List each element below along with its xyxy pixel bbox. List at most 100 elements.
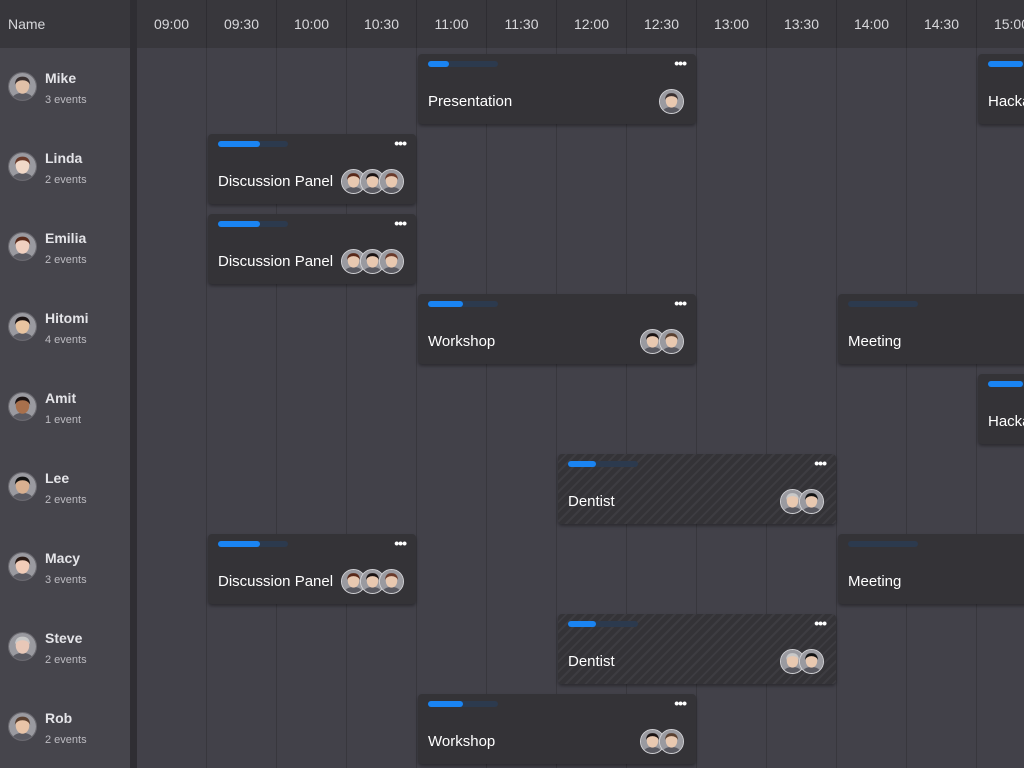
attendee-avatar: [659, 329, 684, 354]
attendee-avatar: [659, 89, 684, 114]
event-discussion-panel[interactable]: ••• Discussion Panel: [208, 134, 416, 204]
event-dentist[interactable]: ••• Dentist: [558, 614, 836, 684]
avatar: [8, 472, 37, 501]
time-tick-label: 14:00: [837, 0, 907, 48]
resource-row-mike[interactable]: Mike 3 events: [0, 48, 130, 128]
event-progress-fill: [428, 301, 463, 307]
event-attendees: [640, 729, 684, 755]
event-progress-fill: [218, 221, 260, 227]
resource-row-lee[interactable]: Lee 2 events: [0, 448, 130, 528]
event-title: Workshop: [428, 333, 496, 350]
resource-row-hitomi[interactable]: Hitomi 4 events: [0, 288, 130, 368]
event-progress-fill: [988, 61, 1023, 67]
event-title: Meeting: [848, 333, 902, 350]
event-progress-bar: [848, 541, 918, 547]
event-workshop[interactable]: ••• Workshop: [418, 294, 696, 364]
time-tick-label: 11:30: [487, 0, 557, 48]
avatar: [8, 72, 37, 101]
resource-name: Emilia: [45, 230, 87, 246]
event-progress-bar: [218, 541, 288, 547]
more-horizontal-icon[interactable]: •••: [394, 215, 407, 231]
resource-column: Name Mike 3 events Linda 2 events Emilia 2 ev…: [0, 0, 130, 768]
more-horizontal-icon[interactable]: •••: [814, 615, 827, 631]
attendee-avatar: [379, 249, 404, 274]
resource-row-macy[interactable]: Macy 3 events: [0, 528, 130, 608]
event-attendees: [780, 649, 824, 675]
event-progress-bar: [218, 221, 288, 227]
event-attendees: [341, 569, 404, 595]
resource-row-rob[interactable]: Rob 2 events: [0, 688, 130, 768]
event-hackathon[interactable]: •••Hackathon: [978, 54, 1024, 124]
time-tick-label: 11:00: [417, 0, 487, 48]
event-attendees: [659, 89, 684, 115]
time-tick-label: 09:00: [137, 0, 207, 48]
avatar: [8, 232, 37, 261]
event-title: Discussion Panel: [218, 253, 334, 270]
time-tick-label: 10:00: [277, 0, 347, 48]
time-tick-label: 09:30: [207, 0, 277, 48]
event-progress-bar: [428, 61, 498, 67]
time-tick-label: 13:00: [697, 0, 767, 48]
event-progress-fill: [428, 61, 449, 67]
attendee-avatar: [799, 649, 824, 674]
scheduler: Name Mike 3 events Linda 2 events Emilia 2 ev…: [0, 0, 1024, 768]
event-discussion-panel[interactable]: ••• Discussion Panel: [208, 214, 416, 284]
resource-event-count: 2 events: [45, 654, 87, 666]
event-hackathon[interactable]: •••Hackathon: [978, 374, 1024, 444]
column-splitter[interactable]: [130, 0, 137, 768]
resource-name: Macy: [45, 550, 81, 566]
event-progress-bar: [568, 621, 638, 627]
resource-event-count: 4 events: [45, 334, 87, 346]
event-discussion-panel[interactable]: ••• Discussion Panel: [208, 534, 416, 604]
grid-line: [486, 48, 487, 768]
time-tick-label: 15:00: [977, 0, 1024, 48]
event-progress-bar: [218, 141, 288, 147]
event-title: Discussion Panel: [218, 173, 334, 190]
name-column-header[interactable]: Name: [0, 0, 130, 48]
event-meeting[interactable]: •••Meeting: [838, 294, 1024, 364]
time-tick-label: 14:30: [907, 0, 977, 48]
more-horizontal-icon[interactable]: •••: [674, 55, 687, 71]
event-progress-fill: [568, 621, 596, 627]
resource-event-count: 2 events: [45, 174, 87, 186]
event-title: Discussion Panel: [218, 573, 334, 590]
more-horizontal-icon[interactable]: •••: [674, 295, 687, 311]
event-progress-bar: [428, 701, 498, 707]
event-title: Hackathon: [988, 413, 1024, 430]
resource-event-count: 2 events: [45, 494, 87, 506]
more-horizontal-icon[interactable]: •••: [674, 695, 687, 711]
resource-row-amit[interactable]: Amit 1 event: [0, 368, 130, 448]
more-horizontal-icon[interactable]: •••: [814, 455, 827, 471]
resource-event-count: 2 events: [45, 254, 87, 266]
resource-event-count: 1 event: [45, 414, 82, 426]
attendee-avatar: [799, 489, 824, 514]
event-progress-bar: [988, 61, 1024, 67]
resource-name: Amit: [45, 390, 77, 406]
more-horizontal-icon[interactable]: •••: [394, 535, 407, 551]
grid-line: [906, 48, 907, 768]
grid-line: [206, 48, 207, 768]
resource-row-steve[interactable]: Steve 2 events: [0, 608, 130, 688]
attendee-avatar: [659, 729, 684, 754]
resource-row-emilia[interactable]: Emilia 2 events: [0, 208, 130, 288]
avatar: [8, 712, 37, 741]
resource-event-count: 3 events: [45, 574, 87, 586]
event-dentist[interactable]: ••• Dentist: [558, 454, 836, 524]
event-progress-fill: [218, 141, 260, 147]
event-title: Meeting: [848, 573, 902, 590]
more-horizontal-icon[interactable]: •••: [394, 135, 407, 151]
resource-name: Hitomi: [45, 310, 89, 326]
event-progress-fill: [428, 701, 463, 707]
grid-line: [416, 48, 417, 768]
event-title: Workshop: [428, 733, 496, 750]
event-meeting[interactable]: •••Meeting: [838, 534, 1024, 604]
time-tick-label: 13:30: [767, 0, 837, 48]
time-tick-label: 12:00: [557, 0, 627, 48]
avatar: [8, 312, 37, 341]
event-progress-bar: [428, 301, 498, 307]
event-workshop[interactable]: ••• Workshop: [418, 694, 696, 764]
avatar: [8, 552, 37, 581]
resource-row-linda[interactable]: Linda 2 events: [0, 128, 130, 208]
event-attendees: [341, 169, 404, 195]
event-presentation[interactable]: ••• Presentation: [418, 54, 696, 124]
